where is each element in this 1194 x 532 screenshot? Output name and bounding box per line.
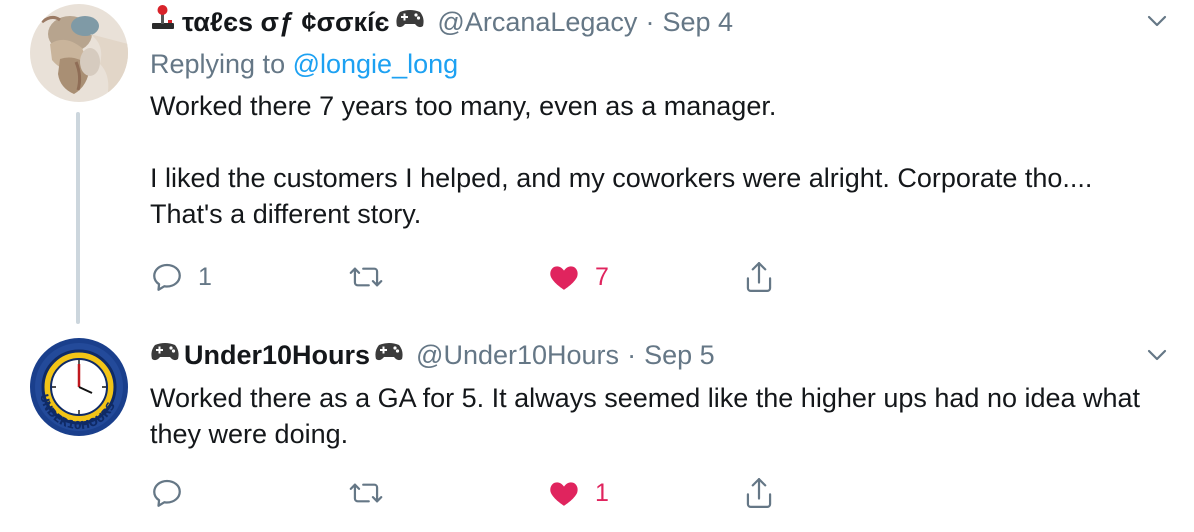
tweet[interactable]: ταℓєѕ σƒ ¢σσкíє @ArcanaLegacy · Sep 4 Re… [0, 0, 1194, 330]
reply-button[interactable] [150, 473, 198, 513]
chevron-down-icon[interactable] [1146, 10, 1168, 32]
thread-line [76, 112, 80, 324]
tweet-actions: 1 [150, 473, 790, 513]
reply-icon [153, 479, 181, 507]
separator-dot: · [645, 6, 655, 37]
share-button[interactable] [742, 473, 776, 513]
retweet-icon [349, 267, 383, 287]
game-controller-icon [395, 5, 425, 39]
separator-dot: · [627, 340, 637, 370]
tweet-paragraph: Worked there as a GA for 5. It always se… [150, 383, 1141, 449]
like-button[interactable]: 1 [547, 473, 609, 513]
share-icon [746, 262, 772, 292]
chevron-down-icon[interactable] [1146, 344, 1168, 366]
heart-icon [550, 482, 578, 506]
like-count: 1 [595, 478, 609, 507]
replying-to-label: Replying to [150, 49, 293, 79]
tweet-paragraph: I liked the customers I helped, and my c… [150, 163, 1093, 229]
like-button[interactable]: 7 [547, 257, 609, 297]
avatar[interactable] [30, 4, 128, 102]
reply-icon [153, 263, 181, 291]
share-icon [746, 478, 772, 508]
reply-count: 1 [198, 262, 212, 291]
reply-button[interactable]: 1 [150, 257, 212, 297]
retweet-button[interactable] [348, 473, 398, 513]
tweet-date[interactable]: Sep 4 [662, 5, 733, 39]
game-controller-icon [150, 338, 180, 372]
avatar[interactable]: UNDER10HOURS [30, 338, 128, 436]
tweet-paragraph: Worked there 7 years too many, even as a… [150, 91, 777, 121]
tweet-header: ταℓєѕ σƒ ¢σσкíє @ArcanaLegacy · Sep 4 [150, 4, 733, 39]
display-name[interactable]: Under10Hours [184, 338, 370, 372]
tweet-actions: 1 7 [150, 257, 790, 297]
mention-link[interactable]: @longie_long [293, 49, 459, 79]
share-button[interactable] [742, 257, 776, 297]
avatar-image [30, 4, 128, 102]
tweet-text: Worked there 7 years too many, even as a… [150, 88, 1150, 232]
tweet[interactable]: UNDER10HOURS Under10Hours @Under10Hours … [0, 330, 1194, 532]
game-controller-icon [374, 338, 404, 372]
display-name[interactable]: ταℓєѕ σƒ ¢σσкíє [182, 5, 389, 39]
like-count: 7 [595, 262, 609, 291]
tweet-date[interactable]: Sep 5 [644, 338, 715, 372]
retweet-icon [349, 483, 383, 503]
handle[interactable]: @Under10Hours [416, 338, 619, 372]
handle[interactable]: @ArcanaLegacy [437, 5, 637, 39]
tweet-text: Worked there as a GA for 5. It always se… [150, 380, 1150, 452]
retweet-button[interactable] [348, 257, 398, 297]
joystick-icon [150, 4, 176, 39]
replying-to: Replying to @longie_long [150, 47, 458, 81]
avatar-image: UNDER10HOURS [30, 338, 128, 436]
tweet-header: Under10Hours @Under10Hours · Sep 5 [150, 338, 715, 372]
heart-icon [550, 266, 578, 290]
